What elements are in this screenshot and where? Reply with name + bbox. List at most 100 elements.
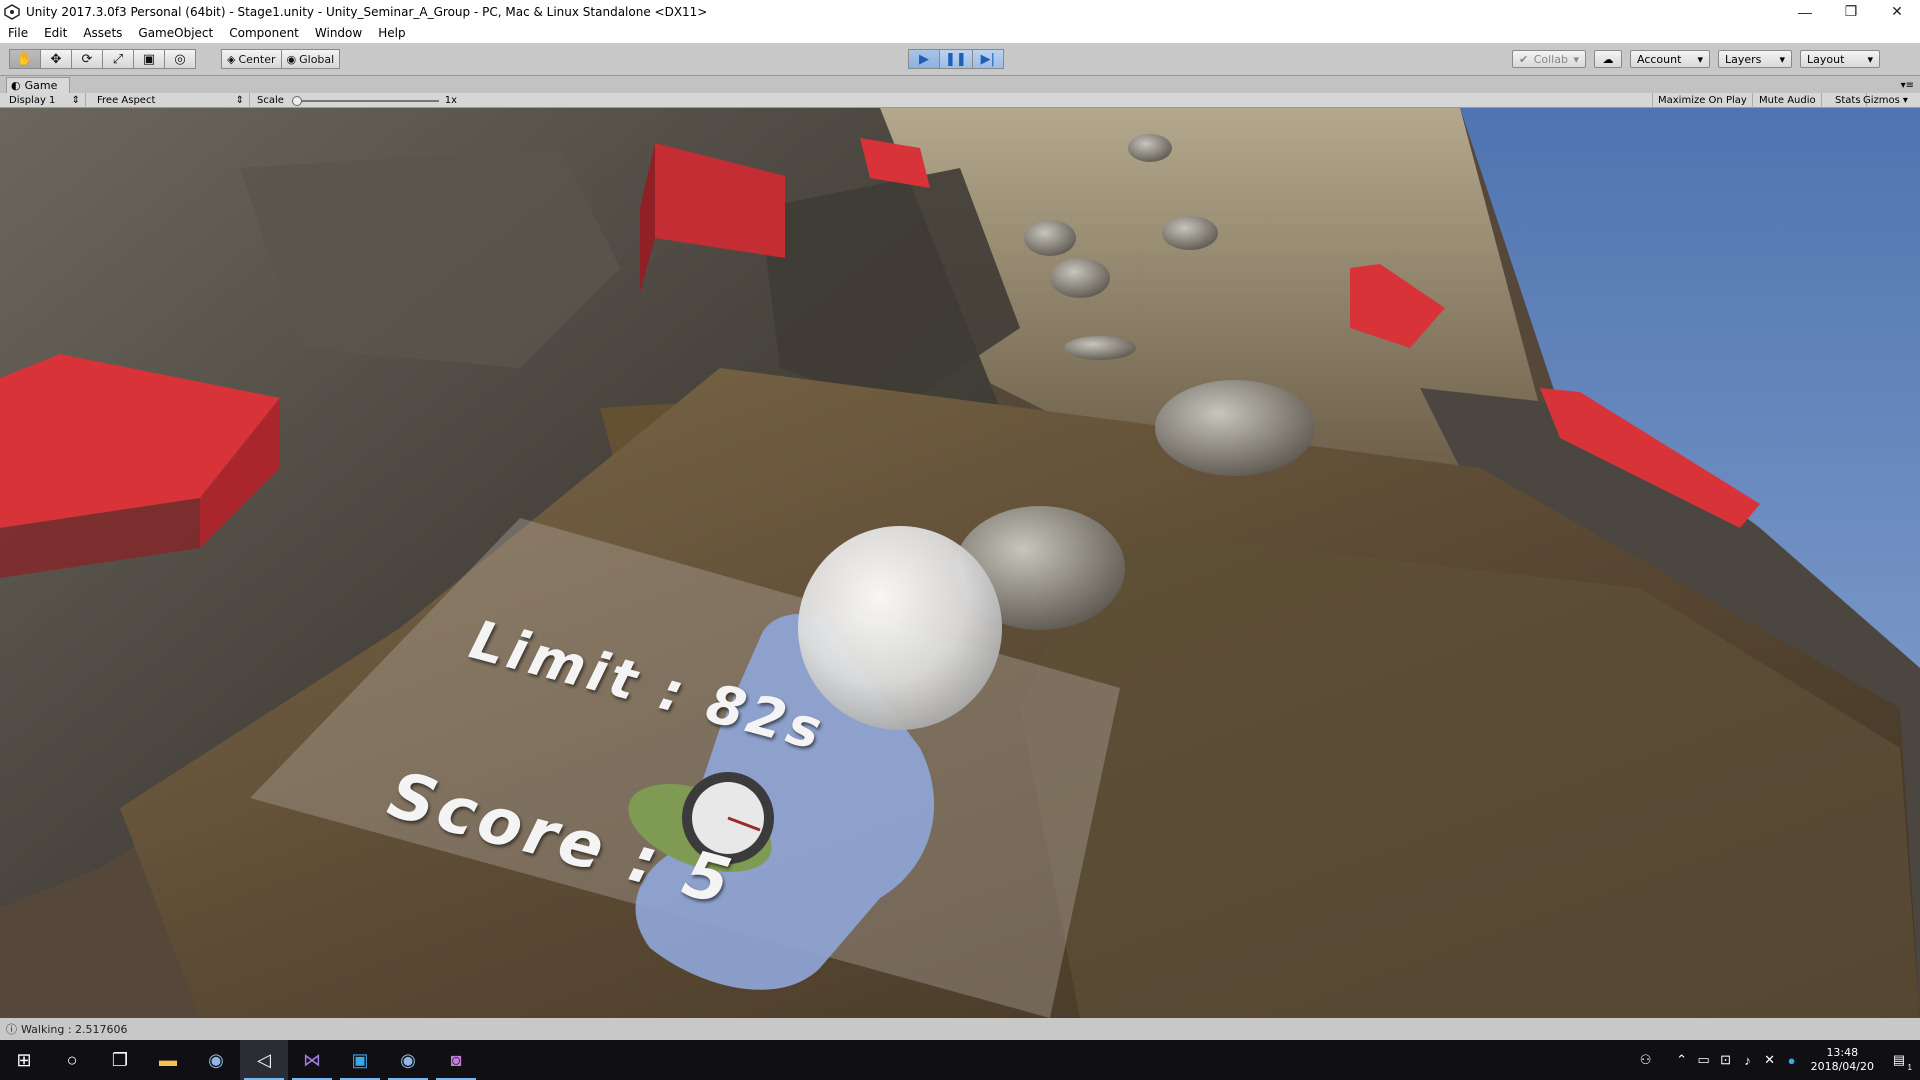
chevron-down-icon: ▾ [1902, 95, 1908, 106]
rect-icon: ▣ [142, 51, 156, 67]
pivot-center-button[interactable]: ◈ Center [221, 49, 282, 69]
taskbar-app-2[interactable]: ◉ [384, 1040, 432, 1080]
battery-icon[interactable]: ▭ [1693, 1052, 1715, 1068]
visual-studio-icon: ⋈ [303, 1049, 321, 1070]
scale-icon: ⤢ [112, 51, 124, 67]
globe-icon: ◉ [286, 52, 297, 66]
space-label: Global [299, 52, 335, 66]
minimize-button[interactable]: — [1782, 0, 1828, 23]
unity-icon: ◁ [257, 1049, 271, 1070]
pause-button[interactable]: ❚❚ [939, 49, 973, 69]
menu-file[interactable]: File [0, 26, 36, 40]
maximize-on-play-toggle[interactable]: Maximize On Play [1652, 93, 1753, 108]
onedrive-icon[interactable]: ● [1781, 1053, 1803, 1068]
chevron-down-icon: ▾ [1867, 52, 1873, 66]
menu-edit[interactable]: Edit [36, 26, 75, 40]
display-dropdown[interactable]: Display 1 ⇕ [4, 93, 86, 108]
status-bar: ⓘ Walking : 2.517606 [0, 1018, 1920, 1040]
network-icon[interactable]: ⊡ [1715, 1052, 1737, 1068]
taskbar-app-3[interactable]: ◙ [432, 1040, 480, 1080]
gizmos-dropdown[interactable]: Gizmos ▾ [1858, 93, 1913, 108]
window-title: Unity 2017.3.0f3 Personal (64bit) - Stag… [26, 4, 708, 19]
search-circle-icon: ○ [66, 1049, 78, 1070]
task-view-button[interactable]: ❐ [96, 1040, 144, 1080]
collab-dropdown[interactable]: ✔ Collab ▾ [1512, 50, 1586, 68]
rect-tool-button[interactable]: ▣ [133, 49, 165, 69]
scale-slider-thumb[interactable] [291, 95, 302, 106]
status-message[interactable]: Walking : 2.517606 [21, 1023, 128, 1036]
layout-dropdown[interactable]: Layout ▾ [1800, 50, 1880, 68]
game-tab[interactable]: ◐ Game [6, 77, 71, 93]
main-toolbar: ✋ ✥ ⟳ ⤢ ▣ ◎ ◈ Center ◉ Global ▶ ❚❚ ▶| ✔ Col… [0, 43, 1920, 76]
layout-label: Layout [1807, 52, 1845, 66]
notification-count: 1 [1907, 1063, 1912, 1072]
clock[interactable]: 13:48 2018/04/20 [1811, 1046, 1874, 1074]
info-icon: ⓘ [6, 1023, 17, 1036]
panel-menu-icon[interactable]: ▾≡ [1901, 80, 1914, 91]
move-icon: ✥ [50, 51, 62, 67]
app-circle-icon: ◉ [208, 1049, 224, 1070]
transform-tool-button[interactable]: ◎ [164, 49, 196, 69]
menu-assets[interactable]: Assets [75, 26, 130, 40]
app-purple-icon: ◙ [450, 1049, 462, 1070]
chevron-down-icon: ▾ [1779, 52, 1785, 66]
space-global-button[interactable]: ◉ Global [280, 49, 341, 69]
game-scene [0, 108, 1920, 1018]
scale-tool-button[interactable]: ⤢ [102, 49, 134, 69]
step-button[interactable]: ▶| [971, 49, 1004, 69]
cloud-app-icon: ▣ [351, 1049, 369, 1070]
game-viewport[interactable]: Limit : 82s Score : 5 [0, 108, 1920, 1018]
folder-icon: ▬ [159, 1049, 177, 1070]
people-icon[interactable]: ⚇ [1635, 1052, 1657, 1068]
scale-value: 1x [444, 95, 457, 106]
search-button[interactable]: ○ [48, 1040, 96, 1080]
check-icon: ✔ [1519, 52, 1529, 66]
account-dropdown[interactable]: Account ▾ [1630, 50, 1710, 68]
chevron-updown-icon: ⇕ [235, 95, 244, 106]
hand-tool-button[interactable]: ✋ [9, 49, 41, 69]
scale-label: Scale [257, 95, 284, 106]
notification-icon[interactable]: ▤ 1 [1888, 1052, 1912, 1072]
windows-taskbar: ⊞ ○ ❐ ▬ ◉ ◁ ⋈ ▣ ◉ ◙ ⚇ ⌃ ▭ ⊡ ♪ ✕ ● 13:48 … [0, 1040, 1920, 1080]
close-x-icon[interactable]: ✕ [1759, 1052, 1781, 1068]
game-tab-label: Game [24, 79, 58, 92]
layers-label: Layers [1725, 52, 1762, 66]
scale-slider[interactable] [291, 95, 439, 106]
aspect-label: Free Aspect [97, 95, 156, 106]
windows-logo-icon: ⊞ [16, 1049, 32, 1070]
move-tool-button[interactable]: ✥ [40, 49, 72, 69]
gizmos-label: Gizmos [1863, 95, 1900, 106]
restore-button[interactable]: ❐ [1828, 0, 1874, 23]
close-button[interactable]: ✕ [1874, 0, 1920, 23]
chevron-up-icon[interactable]: ⌃ [1671, 1052, 1693, 1068]
system-tray: ⚇ ⌃ ▭ ⊡ ♪ ✕ ● 13:48 2018/04/20 ▤ 1 [1635, 1040, 1920, 1080]
taskbar-visual-studio[interactable]: ⋈ [288, 1040, 336, 1080]
game-options-bar: Display 1 ⇕ Free Aspect ⇕ Scale 1x Maximiz… [0, 93, 1920, 108]
taskbar-app-cloud[interactable]: ▣ [336, 1040, 384, 1080]
menu-component[interactable]: Component [221, 26, 307, 40]
cloud-button[interactable]: ☁ [1594, 50, 1622, 68]
unity-logo-icon [4, 3, 20, 20]
play-button[interactable]: ▶ [908, 49, 940, 69]
menu-bar: File Edit Assets GameObject Component Wi… [0, 23, 1920, 43]
chevron-updown-icon: ⇕ [71, 95, 80, 106]
mute-audio-toggle[interactable]: Mute Audio [1754, 93, 1822, 108]
menu-help[interactable]: Help [370, 26, 413, 40]
right-toolbar: ✔ Collab ▾ ☁ Account ▾ Layers ▾ Layout ▾ [1512, 50, 1880, 70]
title-bar: Unity 2017.3.0f3 Personal (64bit) - Stag… [0, 0, 1920, 23]
menu-gameobject[interactable]: GameObject [130, 26, 221, 40]
taskbar-app-1[interactable]: ◉ [192, 1040, 240, 1080]
app-circle-icon: ◉ [400, 1049, 416, 1070]
pause-icon: ❚❚ [945, 51, 967, 67]
rotate-tool-button[interactable]: ⟳ [71, 49, 103, 69]
transform-icon: ◎ [174, 51, 186, 67]
start-button[interactable]: ⊞ [0, 1040, 48, 1080]
rotate-icon: ⟳ [81, 51, 93, 67]
menu-window[interactable]: Window [307, 26, 370, 40]
taskbar-explorer[interactable]: ▬ [144, 1040, 192, 1080]
aspect-dropdown[interactable]: Free Aspect ⇕ [92, 93, 250, 108]
volume-icon[interactable]: ♪ [1737, 1053, 1759, 1068]
cloud-icon: ☁ [1602, 52, 1614, 66]
taskbar-unity[interactable]: ◁ [240, 1040, 288, 1080]
layers-dropdown[interactable]: Layers ▾ [1718, 50, 1792, 68]
